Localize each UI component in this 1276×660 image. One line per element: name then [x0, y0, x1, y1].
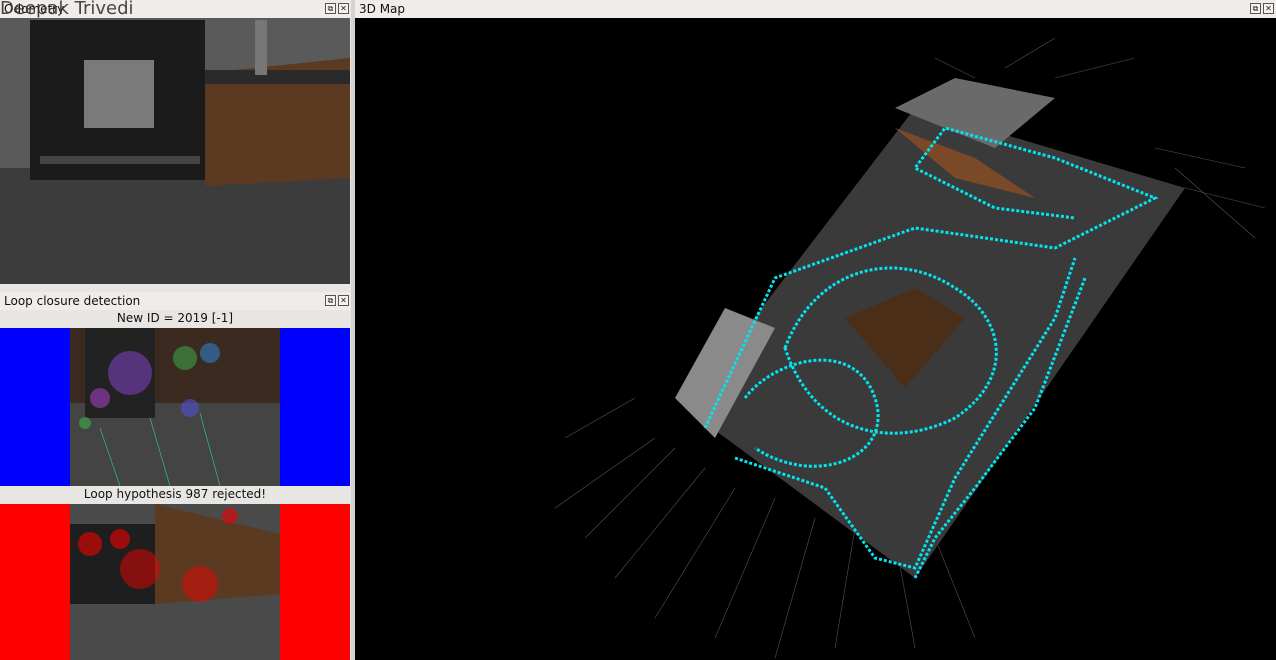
float-icon[interactable]: ⧉	[325, 295, 336, 306]
loop-hypothesis-label: Loop hypothesis 987 rejected!	[83, 487, 267, 501]
new-image-view	[0, 328, 350, 486]
map-3d-scene	[554, 37, 1266, 659]
close-icon[interactable]: ✕	[338, 295, 349, 306]
loop-title: Loop closure detection	[4, 294, 141, 308]
map-panel-title: 3D Map ⧉ ✕	[355, 0, 1276, 18]
odometry-scene	[0, 18, 350, 284]
user-name-overlay: Deepak Trivedi	[0, 0, 134, 19]
new-id-label: New ID = 2019 [-1]	[116, 311, 234, 325]
close-icon[interactable]: ✕	[1263, 3, 1274, 14]
float-icon[interactable]: ⧉	[325, 3, 336, 14]
loop-image-view	[0, 504, 350, 660]
close-icon[interactable]: ✕	[338, 3, 349, 14]
odometry-camera-view	[0, 18, 350, 284]
new-image-scene	[70, 328, 280, 486]
map-title: 3D Map	[359, 2, 406, 16]
loop-image-scene	[70, 504, 280, 660]
float-icon[interactable]: ⧉	[1250, 3, 1261, 14]
loop-panel-title: Loop closure detection ⧉ ✕	[0, 292, 351, 310]
map-3d-view[interactable]	[355, 18, 1276, 660]
